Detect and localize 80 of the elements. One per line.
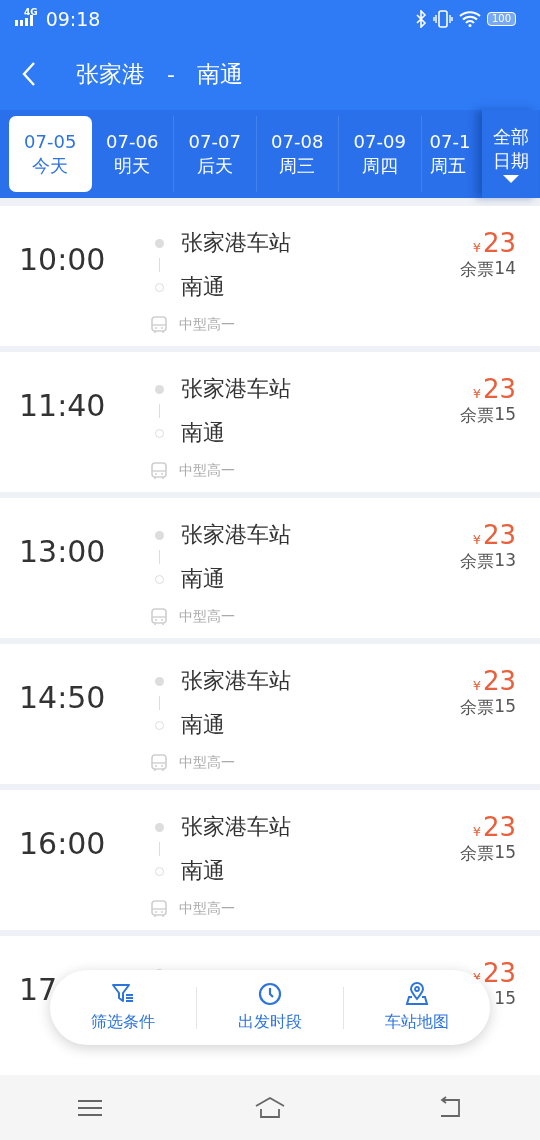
destination-station: 南通 <box>181 711 225 739</box>
wifi-icon <box>458 11 481 27</box>
remaining-count: 15 <box>494 696 516 718</box>
all-dates-button[interactable]: 全部 日期 <box>482 110 539 198</box>
remaining-label: 余票 <box>460 550 495 573</box>
route-line <box>159 550 160 564</box>
home-icon <box>255 1094 285 1121</box>
trip-card[interactable]: 13:00 张家港车站 南通 中型高一 ¥23 余票13 <box>0 498 540 638</box>
origin-station: 张家港车站 <box>181 813 291 841</box>
network-label: 4G <box>24 7 38 17</box>
ticket-price: ¥23 <box>472 228 516 258</box>
bus-type: 中型高一 <box>179 754 235 772</box>
date-tab[interactable]: 07-09 周四 <box>339 116 422 192</box>
origin-station: 张家港车站 <box>181 667 291 695</box>
date-tab[interactable]: 07-08 周三 <box>256 116 339 192</box>
bus-type: 中型高一 <box>179 462 235 480</box>
ticket-price: ¥23 <box>472 374 516 404</box>
remaining-count: 14 <box>494 258 516 280</box>
origin-station: 张家港车站 <box>181 229 291 257</box>
route-destination: 南通 <box>196 59 243 89</box>
bus-icon <box>151 608 167 626</box>
date-tab[interactable]: 07-06 明天 <box>91 116 174 192</box>
bus-icon <box>151 462 167 480</box>
departure-time: 11:40 <box>19 388 106 423</box>
route-line <box>159 258 160 272</box>
departure-time: 13:00 <box>19 534 106 569</box>
bluetooth-icon <box>414 10 427 28</box>
destination-station: 南通 <box>181 419 225 447</box>
origin-dot <box>155 676 164 686</box>
action-button[interactable]: 出发时段 <box>197 982 343 1033</box>
ticket-price: ¥23 <box>472 520 516 550</box>
origin-dot <box>155 822 164 832</box>
remaining-count: 15 <box>494 404 516 426</box>
remaining-count: 15 <box>494 988 516 1008</box>
remaining-count: 15 <box>494 842 516 864</box>
status-time: 09:18 <box>45 8 101 30</box>
map-pin-icon <box>405 982 429 1006</box>
date-tab[interactable]: 07-1 周五 <box>421 116 482 192</box>
battery-indicator: 100 <box>486 12 516 26</box>
remaining-label: 余票 <box>460 696 495 719</box>
destination-station: 南通 <box>181 857 225 885</box>
bus-icon <box>151 900 167 918</box>
route-origin: 张家港 <box>76 59 145 89</box>
back-icon <box>22 61 36 87</box>
vibrate-icon <box>432 10 453 28</box>
trip-card[interactable]: 10:00 张家港车站 南通 中型高一 ¥23 余票14 <box>0 206 540 346</box>
origin-station: 张家港车站 <box>181 375 291 403</box>
trip-card[interactable]: 16:00 张家港车站 南通 中型高一 ¥23 余票15 <box>0 790 540 930</box>
departure-time: 16:00 <box>19 826 106 861</box>
trip-card[interactable]: 14:50 张家港车站 南通 中型高一 ¥23 余票15 <box>0 644 540 784</box>
route-line <box>159 842 160 856</box>
bus-type: 中型高一 <box>179 316 235 334</box>
remaining-count: 13 <box>494 550 516 572</box>
ticket-price: ¥23 <box>472 812 516 842</box>
bus-type: 中型高一 <box>179 608 235 626</box>
bus-icon <box>151 754 167 772</box>
date-tab[interactable]: 07-05 今天 <box>9 116 92 192</box>
date-tab[interactable]: 07-07 后天 <box>174 116 257 192</box>
destination-station: 南通 <box>181 565 225 593</box>
bus-type: 中型高一 <box>179 900 235 918</box>
remaining-label: 余票 <box>460 842 495 865</box>
remaining-label: 余票 <box>460 404 495 427</box>
departure-time: 17 <box>19 972 58 1007</box>
home-button[interactable] <box>255 1094 285 1121</box>
clock-icon <box>258 982 282 1006</box>
ticket-price: ¥23 <box>472 666 516 696</box>
origin-dot <box>155 384 164 394</box>
departure-time: 14:50 <box>19 680 106 715</box>
destination-station: 南通 <box>181 273 225 301</box>
origin-dot <box>155 238 164 248</box>
route-line <box>159 404 160 418</box>
departure-time: 10:00 <box>19 242 106 277</box>
bus-icon <box>151 316 167 334</box>
origin-station: 张家港车站 <box>181 521 291 549</box>
remaining-label: 余票 <box>460 258 495 281</box>
action-button[interactable]: 车站地图 <box>344 982 490 1033</box>
origin-dot <box>155 530 164 540</box>
route-line <box>159 696 160 710</box>
trip-card[interactable]: 11:40 张家港车站 南通 中型高一 ¥23 余票15 <box>0 352 540 492</box>
route-separator: - <box>167 61 175 87</box>
